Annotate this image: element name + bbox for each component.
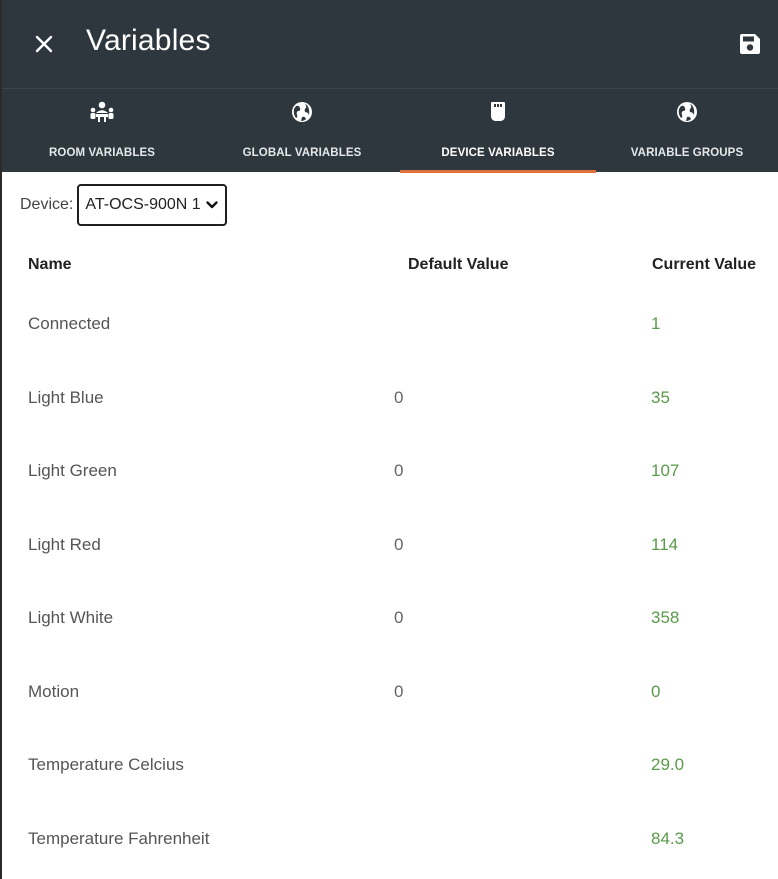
tab-variable-groups[interactable]: VARIABLE GROUPS [596, 89, 778, 173]
header-bar: Variables [2, 0, 778, 88]
page-title: Variables [86, 24, 211, 57]
save-icon [740, 34, 760, 54]
variable-name: Light Green [28, 461, 117, 480]
column-header-default-value: Default Value [408, 256, 509, 273]
variable-name: Temperature Fahrenheit [28, 828, 210, 848]
table-row: Temperature Celcius 29.0 [2, 731, 778, 805]
current-value: 1 [651, 314, 661, 333]
default-value: 0 [394, 534, 404, 554]
current-value: 114 [651, 534, 679, 554]
default-value: 0 [394, 608, 404, 627]
group-icon [90, 101, 114, 122]
variable-name: Connected [28, 314, 111, 333]
variable-name: Light Red [28, 534, 101, 554]
variable-name: Light White [28, 608, 114, 627]
chevron-down-icon [205, 201, 218, 209]
variable-name: Temperature Celcius [28, 755, 184, 774]
table-header: Name Default Value Current Value [2, 240, 778, 290]
device-select[interactable]: AT-OCS-900N 1 [77, 184, 227, 226]
default-value: 0 [394, 461, 404, 480]
table-row: Temperature Fahrenheit 84.3 [2, 805, 778, 879]
column-header-name: Name [28, 256, 72, 273]
current-value: 84.3 [651, 828, 685, 848]
tab-label: VARIABLE GROUPS [630, 147, 744, 159]
variables-table: Name Default Value Current Value Connect… [2, 240, 778, 878]
default-value: 0 [394, 681, 404, 701]
tab-bar: ROOM VARIABLES GLOBAL VARIABLES DEVICE V… [2, 88, 778, 173]
current-value: 0 [651, 681, 661, 701]
table-row: Light Green 0 107 [2, 437, 778, 511]
device-icon [491, 102, 505, 121]
tab-label: DEVICE VARIABLES [441, 147, 555, 159]
tab-device-variables[interactable]: DEVICE VARIABLES [400, 89, 596, 173]
device-label: Device: [20, 196, 74, 213]
tab-label: GLOBAL VARIABLES [242, 147, 362, 159]
tab-label: ROOM VARIABLES [49, 147, 155, 159]
current-value: 358 [651, 608, 680, 627]
tab-global-variables[interactable]: GLOBAL VARIABLES [202, 89, 402, 173]
table-row: Light Red 0 114 [2, 511, 778, 585]
table-row: Connected 1 [2, 290, 778, 364]
save-button[interactable] [738, 32, 762, 56]
variable-name: Motion [28, 681, 80, 701]
tab-room-variables[interactable]: ROOM VARIABLES [2, 89, 202, 173]
current-value: 35 [651, 387, 670, 407]
device-select-value: AT-OCS-900N 1 [85, 196, 201, 213]
table-row: Light White 0 358 [2, 584, 778, 658]
column-header-current-value: Current Value [652, 256, 757, 273]
current-value: 107 [651, 461, 680, 480]
globe-icon [292, 102, 312, 122]
current-value: 29.0 [651, 755, 685, 774]
globe-icon [677, 102, 697, 122]
default-value: 0 [394, 387, 404, 407]
close-icon [35, 35, 53, 53]
table-row: Light Blue 0 35 [2, 364, 778, 438]
variables-panel: Variables ROOM VARIABLES GLOBAL VARIABLE… [0, 0, 778, 879]
device-selector-row: Device: AT-OCS-900N 1 [20, 184, 227, 226]
variable-name: Light Blue [28, 387, 104, 407]
close-button[interactable] [28, 28, 60, 60]
active-tab-indicator [400, 170, 596, 173]
table-row: Motion 0 0 [2, 658, 778, 732]
